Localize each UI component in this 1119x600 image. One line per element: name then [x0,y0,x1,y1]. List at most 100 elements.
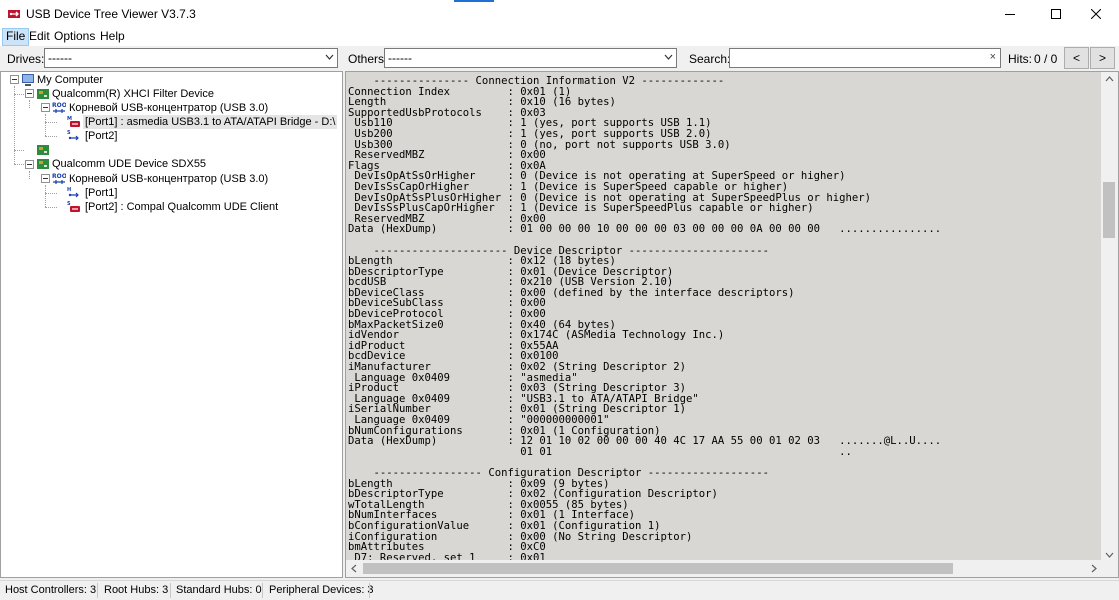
menu-help[interactable]: Help [97,28,128,46]
title-accent [454,0,494,2]
status-bar: Host Controllers: 3 Root Hubs: 3 Standar… [0,580,1119,600]
vertical-scrollbar[interactable] [1101,72,1118,562]
drives-dropdown[interactable]: ------ [44,48,338,68]
scroll-up-icon[interactable] [1105,76,1114,82]
tree-connector [14,94,24,95]
others-dropdown[interactable]: ------ [384,48,677,68]
tree-connector [29,171,30,179]
search-input[interactable]: × [729,48,1001,68]
horizontal-scroll-thumb[interactable] [363,563,953,574]
tree-connector [45,193,57,194]
detail-line: bConfigurationValue : 0x01 (Configuratio… [348,519,661,532]
detail-line: DevIsSsCapOrHigher : 1 (Device is SuperS… [348,180,789,193]
search-label: Search: [689,52,731,66]
host-controller-icon [37,145,49,155]
status-host-controllers: Host Controllers: 3 [5,584,97,596]
scroll-down-icon[interactable] [1105,552,1114,558]
chevron-down-icon [664,54,673,60]
computer-icon [22,74,34,86]
detail-line: --------------- Connection Information V… [348,76,725,87]
host-controller-icon [37,89,49,99]
drives-value: ------ [48,51,72,65]
usb-app-icon [8,10,20,18]
root-hub-icon: ROOT [52,102,66,113]
vertical-scroll-thumb[interactable] [1103,182,1115,238]
tree-connector [45,114,46,136]
tree-connector [14,86,15,164]
collapse-toggle[interactable] [41,174,50,183]
status-separator [369,583,370,598]
svg-text:ROOT: ROOT [52,102,66,109]
tree-node-label: [Port2] [85,130,118,142]
tree-node-label: My Computer [37,74,104,86]
root-hub-icon: ROOT [52,173,66,184]
tree-node-label: Qualcomm UDE Device SDX55 [52,158,207,170]
others-value: ------ [388,51,412,65]
usb-port-icon: H [67,187,79,198]
collapse-toggle[interactable] [25,160,34,169]
tree-connector [45,136,57,137]
svg-text:S: S [67,130,71,136]
menu-bar: File Edit Options Help [0,28,1119,46]
collapse-toggle[interactable] [10,75,19,84]
collapse-toggle[interactable] [41,103,50,112]
toolbar: Drives: ------ Others: ------ Search: × … [0,46,1119,71]
hits-label: Hits: [1008,52,1032,66]
tree-connector [14,164,24,165]
tree-connector [14,150,24,151]
status-separator [262,583,263,598]
detail-line: Usb200 : 1 (yes, port supports USB 2.0) [348,127,712,140]
menu-edit[interactable]: Edit [26,28,53,46]
svg-text:H: H [67,187,71,193]
next-hit-button[interactable]: > [1090,47,1115,69]
tree-connector [45,207,57,208]
scrollbar-corner [1101,560,1118,577]
usb-storage-port-icon: M [67,116,80,127]
host-controller-icon [37,159,49,169]
tree-node-label: Корневой USB-концентратор (USB 3.0) [69,102,269,114]
tree-connector [29,100,30,108]
tree-connector [45,185,46,207]
detail-line: 01 01 .. [348,445,852,458]
device-tree[interactable]: My Computer Qualcomm(R) XHCI Filter Devi… [0,71,343,578]
scroll-right-icon[interactable] [1091,564,1097,573]
detail-line: ----------------- Configuration Descript… [348,466,769,479]
hits-value: 0 / 0 [1034,52,1058,66]
svg-text:ROOT: ROOT [52,173,66,180]
app-window: USB Device Tree Viewer V3.7.3 File Edit … [0,0,1119,600]
tree-node-label: Корневой USB-концентратор (USB 3.0) [69,173,269,185]
close-icon [1091,9,1101,19]
status-peripheral-devices: Peripheral Devices: 3 [269,584,374,596]
others-label: Others: [348,52,388,66]
scroll-left-icon[interactable] [351,564,357,573]
usb-device-port-icon: S [67,201,80,212]
usb-port-icon: S [67,130,79,141]
menu-options[interactable]: Options [51,28,98,46]
collapse-toggle[interactable] [25,89,34,98]
drives-label: Drives: [7,52,45,66]
detail-line [348,235,1102,246]
tree-node-label: [Port1] : asmedia USB3.1 to ATA/ATAPI Br… [83,115,338,129]
title-bar[interactable]: USB Device Tree Viewer V3.7.3 [0,0,1119,28]
detail-line: Language 0x0409 : "000000000001" [348,414,610,426]
device-details-pane[interactable]: --------------- Connection Information V… [345,71,1119,578]
prev-hit-button[interactable]: < [1064,47,1089,69]
device-details-text[interactable]: --------------- Connection Information V… [348,76,1102,561]
status-standard-hubs: Standard Hubs: 0 [176,584,262,596]
close-button[interactable] [1073,0,1119,28]
svg-text:S: S [67,201,71,207]
window-title: USB Device Tree Viewer V3.7.3 [26,7,196,21]
minimize-button[interactable] [987,0,1033,28]
detail-line: Data (HexDump) : 01 00 00 00 10 00 00 00… [348,223,942,236]
status-separator [97,583,98,598]
tree-node-label: Qualcomm(R) XHCI Filter Device [52,88,214,100]
tree-node-label: [Port1] [85,187,118,199]
search-clear-button[interactable]: × [990,51,996,63]
tree-node-label: [Port2] : Compal Qualcomm UDE Client [85,201,279,213]
horizontal-scrollbar[interactable] [346,560,1102,577]
minimize-icon [1005,14,1015,15]
chevron-down-icon [325,54,334,60]
maximize-icon [1051,9,1061,19]
status-separator [170,583,171,598]
status-root-hubs: Root Hubs: 3 [104,584,169,596]
